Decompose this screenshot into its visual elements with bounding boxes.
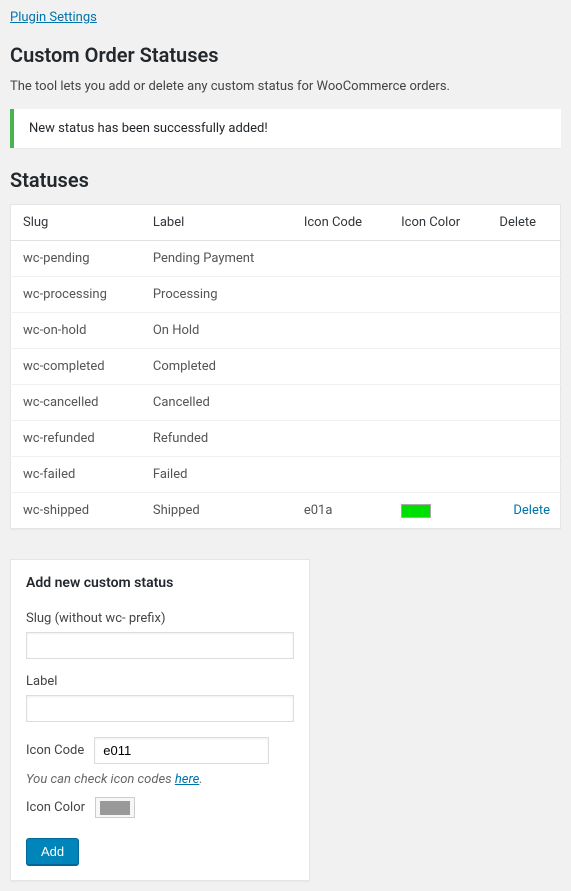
- cell-slug: wc-refunded: [11, 421, 143, 457]
- statuses-section-title: Statuses: [10, 168, 561, 192]
- cell-slug: wc-failed: [11, 457, 143, 493]
- cell-icon-color: [391, 277, 489, 313]
- th-delete: Delete: [489, 205, 560, 241]
- cell-slug: wc-cancelled: [11, 385, 143, 421]
- cell-delete: [489, 349, 560, 385]
- cell-slug: wc-on-hold: [11, 313, 143, 349]
- icon-code-label: Icon Code: [26, 743, 84, 758]
- table-row: wc-refundedRefunded: [11, 421, 561, 457]
- th-icon-color: Icon Color: [391, 205, 489, 241]
- cell-icon-color: [391, 493, 489, 529]
- cell-label: Refunded: [143, 421, 294, 457]
- cell-icon-color: [391, 385, 489, 421]
- cell-icon-code: [294, 313, 391, 349]
- cell-icon-code: [294, 241, 391, 277]
- cell-label: On Hold: [143, 313, 294, 349]
- icon-code-input[interactable]: [94, 737, 269, 764]
- cell-icon-color: [391, 241, 489, 277]
- table-row: wc-shippedShippede01a Delete: [11, 493, 561, 529]
- cell-icon-code: [294, 457, 391, 493]
- cell-label: Shipped: [143, 493, 294, 529]
- statuses-tbody: wc-pendingPending Paymentwc-processingPr…: [11, 241, 561, 529]
- cell-icon-code: e01a: [294, 493, 391, 529]
- cell-label: Processing: [143, 277, 294, 313]
- cell-icon-code: [294, 349, 391, 385]
- cell-label: Completed: [143, 349, 294, 385]
- cell-slug: wc-completed: [11, 349, 143, 385]
- cell-delete: [489, 277, 560, 313]
- add-button[interactable]: Add: [26, 838, 79, 865]
- cell-slug: wc-processing: [11, 277, 143, 313]
- cell-icon-color: [391, 349, 489, 385]
- icon-color-input[interactable]: [95, 797, 135, 818]
- add-status-form: Add new custom status Slug (without wc- …: [10, 559, 310, 881]
- label-label: Label: [26, 674, 294, 689]
- cell-delete: [489, 385, 560, 421]
- cell-delete: Delete: [489, 493, 560, 529]
- cell-slug: wc-pending: [11, 241, 143, 277]
- form-title: Add new custom status: [26, 575, 294, 591]
- cell-icon-color: [391, 313, 489, 349]
- color-swatch-icon: [401, 504, 431, 518]
- table-row: wc-failedFailed: [11, 457, 561, 493]
- table-row: wc-cancelledCancelled: [11, 385, 561, 421]
- cell-delete: [489, 313, 560, 349]
- notice-text: New status has been successfully added!: [29, 121, 268, 136]
- th-slug: Slug: [11, 205, 143, 241]
- color-swatch-icon: [100, 801, 130, 815]
- plugin-settings-link[interactable]: Plugin Settings: [10, 10, 97, 25]
- cell-delete: [489, 421, 560, 457]
- icon-code-hint: You can check icon codes here.: [26, 772, 294, 787]
- cell-icon-color: [391, 421, 489, 457]
- cell-icon-color: [391, 457, 489, 493]
- cell-label: Cancelled: [143, 385, 294, 421]
- th-icon-code: Icon Code: [294, 205, 391, 241]
- label-input[interactable]: [26, 695, 294, 722]
- slug-label: Slug (without wc- prefix): [26, 611, 294, 626]
- icon-color-label: Icon Color: [26, 800, 85, 815]
- cell-icon-code: [294, 421, 391, 457]
- cell-slug: wc-shipped: [11, 493, 143, 529]
- table-row: wc-completedCompleted: [11, 349, 561, 385]
- page-title: Custom Order Statuses: [10, 43, 561, 67]
- cell-delete: [489, 241, 560, 277]
- delete-link[interactable]: Delete: [513, 503, 550, 518]
- cell-icon-code: [294, 277, 391, 313]
- cell-delete: [489, 457, 560, 493]
- cell-label: Failed: [143, 457, 294, 493]
- icon-codes-link[interactable]: here: [175, 772, 199, 787]
- cell-icon-code: [294, 385, 391, 421]
- table-row: wc-processingProcessing: [11, 277, 561, 313]
- page-description: The tool lets you add or delete any cust…: [10, 79, 561, 94]
- success-notice: New status has been successfully added!: [10, 109, 561, 148]
- statuses-table: Slug Label Icon Code Icon Color Delete w…: [10, 204, 561, 529]
- th-label: Label: [143, 205, 294, 241]
- cell-label: Pending Payment: [143, 241, 294, 277]
- table-row: wc-on-holdOn Hold: [11, 313, 561, 349]
- slug-input[interactable]: [26, 632, 294, 659]
- table-row: wc-pendingPending Payment: [11, 241, 561, 277]
